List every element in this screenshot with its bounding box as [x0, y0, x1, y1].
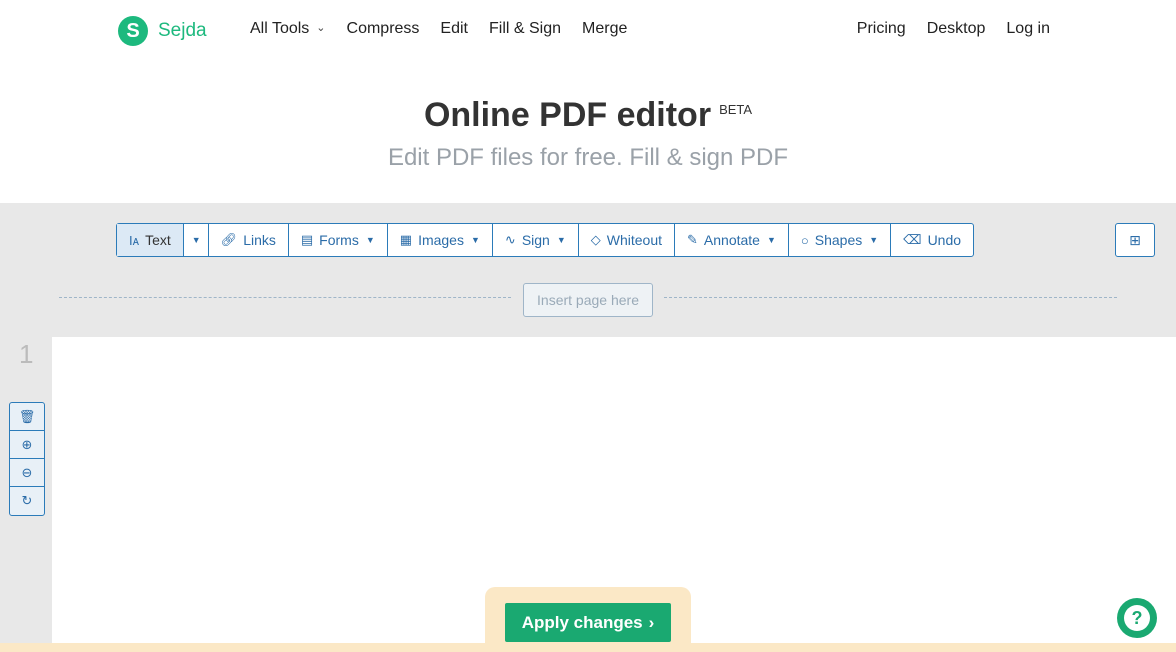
caret-down-icon: ▼: [556, 235, 566, 245]
editor-area: Iᴀ Text ▼ 🔗︎ Links ▤ Forms ▼ ▦ Images ▼ …: [0, 203, 1176, 652]
text-options-dropdown[interactable]: ▼: [184, 224, 209, 256]
nav-pricing[interactable]: Pricing: [857, 20, 906, 38]
caret-down-icon: ▼: [470, 235, 480, 245]
beta-badge: BETA: [719, 102, 753, 117]
rotate-icon: ↻: [21, 493, 33, 508]
caret-down-icon: ▼: [869, 235, 879, 245]
top-nav: S Sejda All Tools ⌄ Compress Edit Fill & …: [0, 0, 1176, 62]
rotate-page-button[interactable]: ↻: [10, 487, 44, 515]
zoom-out-icon: ⊖: [21, 464, 33, 480]
caret-down-icon: ▼: [365, 235, 375, 245]
pen-icon: ✎: [687, 232, 698, 247]
sign-tool-button[interactable]: ∿ Sign ▼: [493, 224, 579, 256]
nav-all-tools[interactable]: All Tools ⌄: [250, 20, 326, 38]
eraser-icon: ◇: [590, 232, 601, 247]
chevron-right-icon: ›: [648, 612, 655, 632]
nav-edit[interactable]: Edit: [440, 20, 468, 38]
help-button[interactable]: ?: [1117, 598, 1157, 638]
zoom-in-button[interactable]: ⊕: [10, 431, 44, 459]
links-tool-button[interactable]: 🔗︎ Links: [209, 224, 289, 256]
trash-icon: 🗑︎: [18, 408, 36, 424]
page-subtitle: Edit PDF files for free. Fill & sign PDF: [387, 144, 789, 171]
question-icon: ?: [1124, 605, 1150, 631]
page-title: Online PDF editor BETA: [423, 96, 753, 134]
chevron-down-icon: ⌄: [316, 22, 326, 34]
nav-desktop[interactable]: Desktop: [927, 20, 986, 38]
page-number: 1: [19, 339, 34, 369]
page-side-tools: 🗑︎ ⊕ ⊖ ↻: [9, 402, 45, 516]
whiteout-tool-button[interactable]: ◇ Whiteout: [579, 224, 676, 256]
signature-icon: ∿: [504, 232, 516, 247]
nav-fill-sign[interactable]: Fill & Sign: [489, 20, 561, 38]
nav-compress[interactable]: Compress: [347, 20, 420, 38]
image-icon: ▦: [399, 232, 413, 247]
forms-tool-button[interactable]: ▤ Forms ▼: [289, 224, 388, 256]
grid-icon: ⊞: [1129, 231, 1141, 248]
text-icon: Iᴀ: [129, 232, 140, 248]
nav-merge[interactable]: Merge: [582, 20, 627, 38]
nav-right: Pricing Desktop Log in: [857, 20, 1050, 38]
sejda-logo[interactable]: S Sejda: [118, 16, 207, 46]
link-icon: 🔗︎: [220, 232, 238, 247]
nav-left: All Tools ⌄ Compress Edit Fill & Sign Mer…: [250, 20, 627, 38]
apply-changes-button[interactable]: Apply changes ›: [505, 603, 671, 642]
caret-down-icon: ▼: [191, 235, 201, 245]
nav-login[interactable]: Log in: [1006, 20, 1050, 38]
bottom-strip: [0, 643, 1176, 652]
zoom-out-button[interactable]: ⊖: [10, 459, 44, 487]
thumbnails-view-button[interactable]: ⊞: [1115, 223, 1155, 257]
text-tool-button[interactable]: Iᴀ Text: [117, 224, 184, 256]
annotate-tool-button[interactable]: ✎ Annotate ▼: [675, 224, 789, 256]
zoom-in-icon: ⊕: [21, 436, 33, 452]
insert-divider-left: [59, 297, 511, 298]
undo-button[interactable]: ⌫ Undo: [891, 224, 973, 256]
form-icon: ▤: [300, 232, 314, 247]
insert-divider-right: [664, 297, 1117, 298]
shapes-icon: ○: [800, 232, 809, 248]
logo-text: Sejda: [158, 20, 207, 41]
caret-down-icon: ▼: [766, 235, 776, 245]
backspace-icon: ⌫: [903, 232, 922, 247]
images-tool-button[interactable]: ▦ Images ▼: [388, 224, 493, 256]
insert-page-button[interactable]: Insert page here: [523, 283, 653, 317]
editor-toolbar: Iᴀ Text ▼ 🔗︎ Links ▤ Forms ▼ ▦ Images ▼ …: [116, 223, 975, 257]
shapes-tool-button[interactable]: ○ Shapes ▼: [789, 224, 892, 256]
delete-page-button[interactable]: 🗑︎: [10, 403, 44, 431]
logo-icon: S: [118, 16, 148, 46]
